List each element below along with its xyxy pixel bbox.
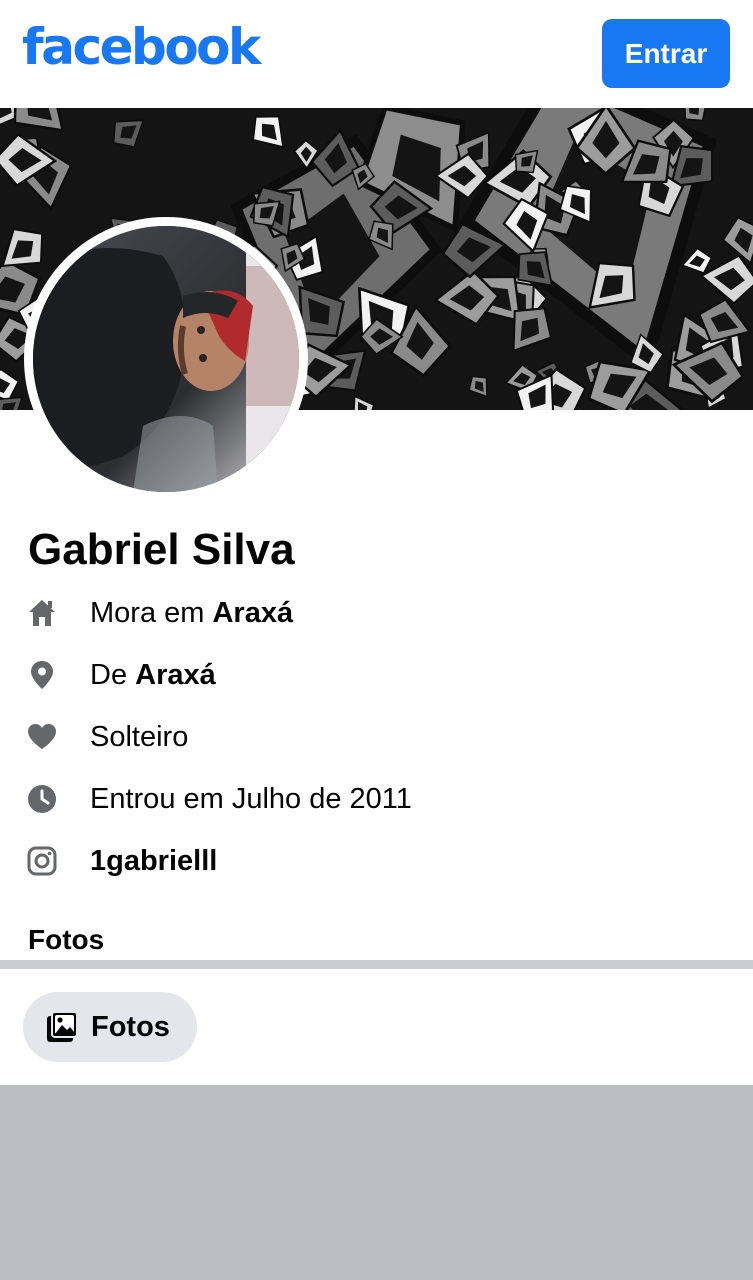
login-button[interactable]: Entrar bbox=[602, 19, 730, 88]
home-icon bbox=[29, 600, 55, 626]
photos-heading: Fotos bbox=[28, 924, 105, 955]
facebook-logo[interactable]: facebook bbox=[22, 22, 261, 72]
info-row-joined: Entrou em Julho de 2011 bbox=[0, 779, 753, 819]
info-text-relationship: Solteiro bbox=[90, 721, 189, 753]
avatar-photo bbox=[33, 226, 299, 492]
info-text-lives-in: Mora em Araxá bbox=[90, 597, 294, 629]
photos-section: Fotos bbox=[0, 969, 753, 1085]
info-text-from: De Araxá bbox=[90, 659, 216, 691]
profile-avatar[interactable] bbox=[33, 226, 299, 492]
profile-name: Gabriel Silva bbox=[28, 525, 295, 574]
info-text-joined: Entrou em Julho de 2011 bbox=[90, 783, 412, 815]
info-row-relationship: Solteiro bbox=[0, 717, 753, 757]
heart-icon bbox=[28, 724, 56, 749]
info-text-instagram: 1gabrielll bbox=[90, 845, 217, 877]
page-background bbox=[0, 1085, 753, 1280]
info-row-instagram: 1gabrielll bbox=[0, 841, 753, 881]
photos-button[interactable]: Fotos bbox=[23, 992, 197, 1062]
location-pin-icon bbox=[31, 661, 53, 689]
instagram-icon bbox=[27, 846, 57, 876]
instagram-handle[interactable]: 1gabrielll bbox=[90, 845, 217, 877]
clock-icon bbox=[28, 785, 56, 813]
hometown-city[interactable]: Araxá bbox=[135, 659, 216, 691]
top-bar: facebook Entrar bbox=[0, 0, 753, 108]
info-row-from: De Araxá bbox=[0, 655, 753, 695]
photos-icon bbox=[47, 1011, 78, 1042]
lives-in-city[interactable]: Araxá bbox=[212, 597, 293, 629]
section-divider bbox=[0, 960, 753, 969]
info-row-lives-in: Mora em Araxá bbox=[0, 593, 753, 633]
photos-button-label: Fotos bbox=[91, 1011, 170, 1043]
profile-card: Gabriel Silva Mora em Araxá De Araxá Sol… bbox=[0, 410, 753, 960]
